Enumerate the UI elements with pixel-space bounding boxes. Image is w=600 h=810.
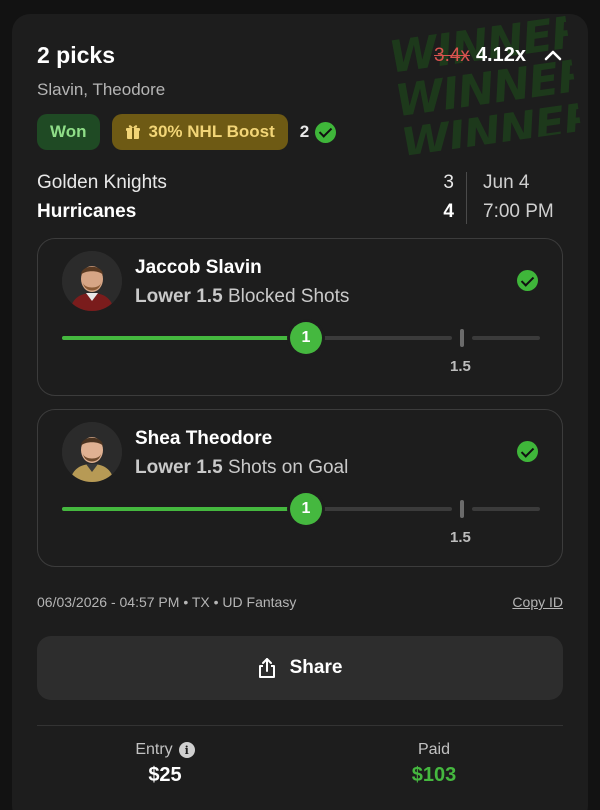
result-progress: 1 1.5 [62, 322, 540, 375]
progress-fill [62, 336, 306, 340]
share-button[interactable]: Share [37, 636, 563, 700]
player-name: Shea Theodore [135, 428, 273, 449]
count-value: 2 [299, 122, 310, 141]
entry-value: $25 [148, 764, 182, 786]
original-multiplier: 3.4x [434, 45, 470, 66]
result-marker: 1 [290, 322, 322, 354]
gift-icon [125, 125, 140, 139]
pick-direction: Lower [135, 457, 191, 478]
boost-label: 30% NHL Boost [148, 122, 275, 141]
winner-watermark: WINNER!! WINNER!! WINNER!! [386, 14, 582, 156]
entry-meta: 06/03/2026 - 04:57 PM • TX • UD Fantasy [37, 594, 297, 610]
pick-line: Lower 1.5 Blocked Shots [135, 286, 349, 308]
pick-stat: Shots on Goal [227, 457, 349, 478]
score-divider [466, 172, 467, 224]
check-circle-icon [517, 270, 538, 291]
share-label: Share [289, 657, 343, 678]
away-team: Golden Knights [37, 172, 167, 193]
player-name: Jaccob Slavin [135, 257, 262, 278]
game-date: Jun 4 [483, 172, 530, 193]
player-avatar [62, 422, 122, 482]
pick-direction: Lower [135, 286, 191, 307]
line-tick-label: 1.5 [450, 358, 471, 375]
away-score: 3 [443, 172, 454, 193]
winning-picks-count: 2 [299, 121, 337, 143]
progress-track-end [472, 336, 540, 340]
chevron-up-icon [544, 50, 562, 61]
share-icon [258, 658, 275, 678]
footer-divider [37, 725, 563, 726]
payout-multiplier: 3.4x 4.12x [434, 44, 526, 67]
line-tick-label: 1.5 [450, 529, 471, 546]
entry-subtitle: Slavin, Theodore [37, 80, 166, 99]
home-team: Hurricanes [37, 201, 137, 222]
paid-value: $103 [411, 764, 457, 786]
paid-label: Paid [417, 741, 451, 758]
copy-id-link[interactable]: Copy ID [512, 594, 563, 610]
player-headshot-icon [62, 422, 122, 482]
pick-stat: Blocked Shots [227, 286, 350, 307]
entry-amount: Entry i $25 [65, 741, 265, 787]
status-badge: Won [37, 114, 100, 150]
boosted-multiplier: 4.12x [475, 44, 526, 66]
progress-track-end [472, 507, 540, 511]
pick-card[interactable]: Jaccob Slavin Lower 1.5 Blocked Shots 1 … [37, 238, 563, 396]
result-progress: 1 1.5 [62, 493, 540, 546]
pick-card[interactable]: Shea Theodore Lower 1.5 Shots on Goal 1 … [37, 409, 563, 567]
line-tick [460, 329, 464, 347]
home-score: 4 [443, 201, 454, 222]
pick-line-value: 1.5 [196, 457, 223, 478]
progress-fill [62, 507, 306, 511]
game-matchup: Golden Knights Hurricanes 3 4 Jun 4 7:00… [37, 172, 563, 228]
pick-line: Lower 1.5 Shots on Goal [135, 457, 348, 479]
entry-title: 2 picks [37, 42, 115, 68]
pick-line-value: 1.5 [196, 286, 223, 307]
result-marker: 1 [290, 493, 322, 525]
paid-amount: Paid $103 [334, 741, 534, 787]
collapse-button[interactable] [538, 42, 568, 68]
boost-badge: 30% NHL Boost [111, 114, 288, 150]
player-avatar [62, 251, 122, 311]
entry-card: WINNER!! WINNER!! WINNER!! 2 picks Slavi… [12, 14, 588, 810]
line-tick [460, 500, 464, 518]
info-icon[interactable]: i [178, 742, 195, 758]
entry-label: Entry [135, 741, 173, 758]
player-headshot-icon [62, 251, 122, 311]
game-time: 7:00 PM [483, 201, 554, 222]
check-circle-icon [315, 121, 337, 143]
badge-row: Won 30% NHL Boost 2 [37, 114, 337, 150]
check-circle-icon [517, 441, 538, 462]
